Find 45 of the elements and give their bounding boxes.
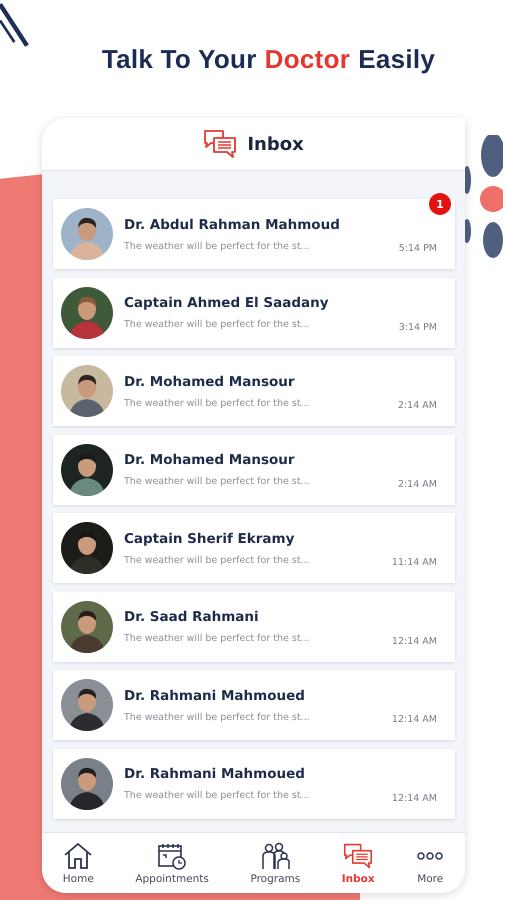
- message-time: 12:14 AM: [392, 792, 437, 804]
- message-time: 11:14 AM: [392, 557, 437, 568]
- tab[interactable]: Programs: [246, 840, 304, 886]
- message-time: 5:14 PM: [398, 243, 437, 254]
- message-preview: The weather will be perfect for the st...: [124, 554, 311, 566]
- chat-icon: [343, 842, 374, 870]
- chat-icon: [203, 129, 238, 159]
- message-time: 3:14 PM: [398, 322, 437, 332]
- headline: Talk To Your Doctor Easily: [102, 44, 436, 74]
- message-preview: The weather will be perfect for the st...: [124, 633, 311, 644]
- message-preview: The weather will be perfect for the st...: [124, 319, 311, 330]
- contact-name: Dr. Mohamed Mansour: [124, 374, 296, 390]
- message-preview: The weather will be perfect for the st...: [124, 240, 311, 252]
- contact-name: Captain Sherif Ekramy: [124, 530, 296, 546]
- tab[interactable]: More: [412, 840, 448, 886]
- conversation-card[interactable]: Dr. Mohamed Mansour The weather will be perfect for the st... 2:14 AM: [53, 434, 455, 504]
- conversation-card[interactable]: Dr. Rahmani Mahmoued The weather will be perfect for the st... 12:14 AM: [53, 748, 455, 818]
- screen-title: Inbox: [247, 134, 304, 154]
- tab[interactable]: Home: [58, 840, 98, 886]
- message-preview: The weather will be perfect for the st...: [124, 712, 311, 722]
- message-preview: The weather will be perfect for the st...: [124, 790, 311, 801]
- people-icon: [260, 842, 290, 870]
- contact-name: Dr. Rahmani Mahmoued: [124, 766, 306, 782]
- house-icon: [63, 842, 94, 870]
- conversation-card[interactable]: Dr. Rahmani Mahmoued The weather will be perfect for the st... 12:14 AM: [53, 670, 455, 740]
- more-icon: [416, 850, 444, 860]
- conversation-card[interactable]: Captain Sherif Ekramy The weather will be perfect for the st... 11:14 AM: [53, 513, 455, 583]
- message-time: 2:14 AM: [398, 478, 437, 490]
- conversation-card[interactable]: Captain Ahmed El Saadany The weather will be perfect for the st... 3:14 PM: [53, 278, 455, 348]
- message-time: 2:14 AM: [398, 400, 437, 411]
- contact-name: Captain Ahmed El Saadany: [124, 295, 330, 311]
- contact-name: Dr. Saad Rahmani: [124, 609, 260, 625]
- calendar-icon: [157, 842, 188, 870]
- contact-name: Dr. Abdul Rahman Mahmoud: [124, 216, 341, 232]
- contact-name: Dr. Mohamed Mansour: [124, 452, 296, 468]
- contact-name: Dr. Rahmani Mahmoued: [124, 688, 306, 704]
- message-time: 12:14 AM: [392, 636, 437, 646]
- tab[interactable]: Appointments: [131, 840, 213, 886]
- unread-count: 1: [429, 193, 451, 215]
- message-preview: The weather will be perfect for the st...: [124, 398, 311, 408]
- conversation-card[interactable]: Dr. Mohamed Mansour The weather will be perfect for the st... 2:14 AM: [53, 356, 455, 426]
- message-preview: The weather will be perfect for the st...: [124, 476, 311, 487]
- tab[interactable]: Inbox: [338, 840, 379, 886]
- message-time: 12:14 AM: [392, 714, 437, 725]
- conversation-card[interactable]: Dr. Saad Rahmani The weather will be perfect for the st... 12:14 AM: [53, 592, 455, 662]
